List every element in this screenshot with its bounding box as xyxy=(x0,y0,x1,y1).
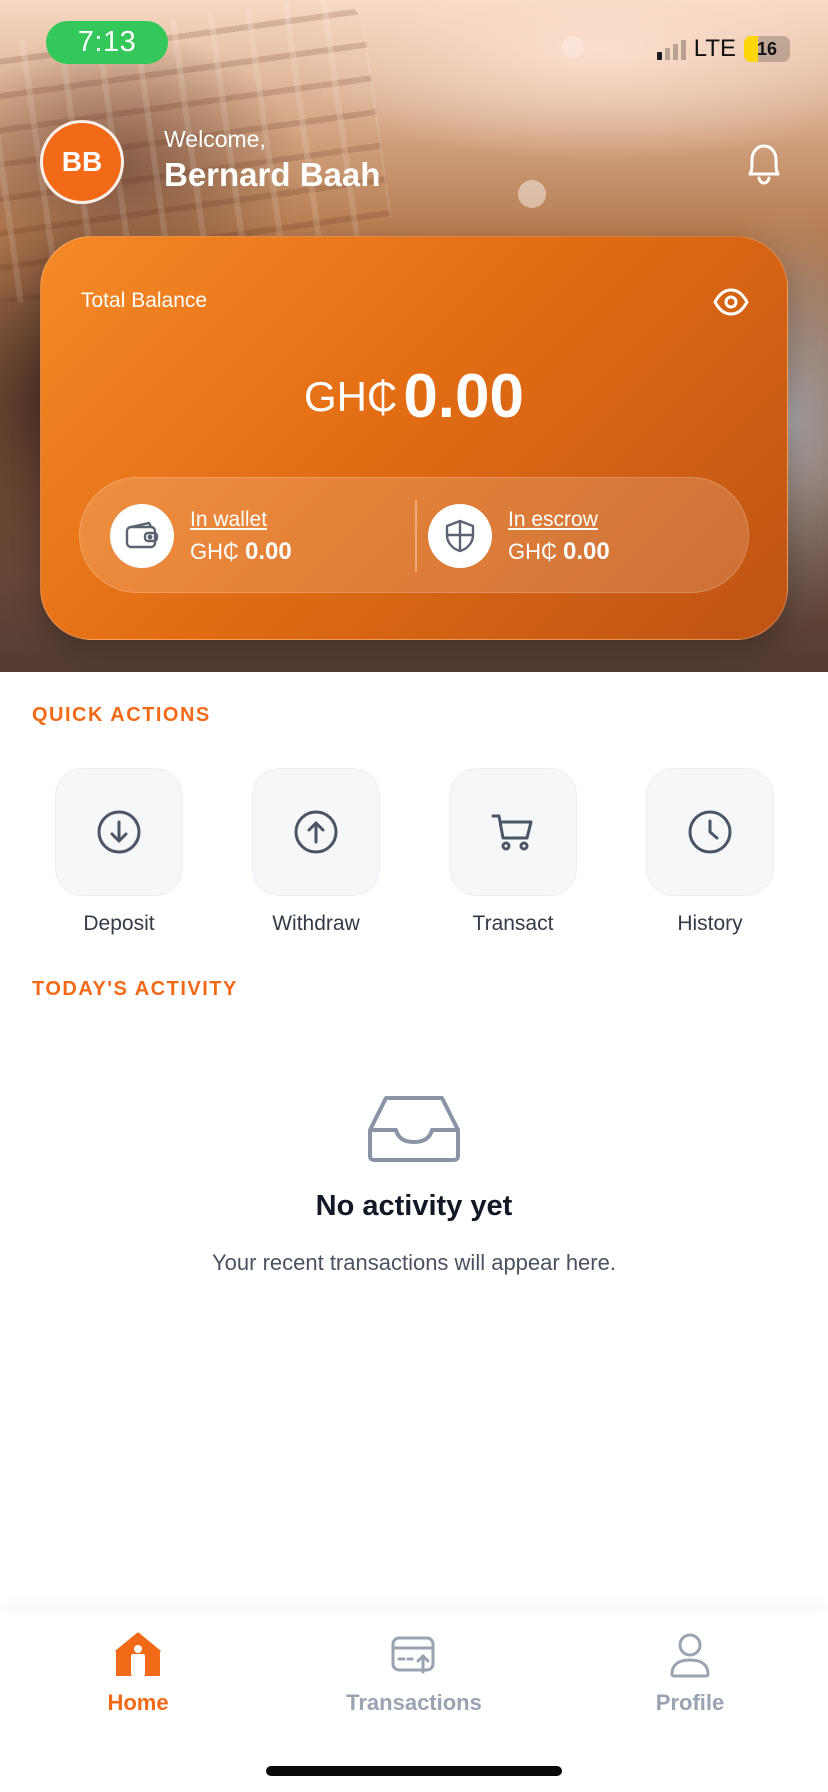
shopping-cart-icon xyxy=(491,814,533,851)
wallet-label[interactable]: In wallet xyxy=(190,508,267,532)
transact-label: Transact xyxy=(472,912,554,935)
bottom-nav: Home Transactions Profile xyxy=(0,1612,828,1792)
home-indicator xyxy=(266,1766,562,1776)
withdraw-label: Withdraw xyxy=(272,912,360,935)
transact-button[interactable]: Transact xyxy=(449,768,577,936)
quick-actions-title: QUICK ACTIONS xyxy=(32,704,211,726)
nav-transactions[interactable]: Transactions xyxy=(324,1632,504,1716)
deposit-label: Deposit xyxy=(83,912,155,935)
status-time: 7:13 xyxy=(46,21,168,64)
sub-balances: In wallet GH₵ 0.00 In escrow GH₵ 0.00 xyxy=(79,477,749,593)
battery-level: 16 xyxy=(756,38,778,59)
total-balance-label: Total Balance xyxy=(81,289,208,312)
nav-profile[interactable]: Profile xyxy=(600,1632,780,1716)
hero-banner: 7:13 LTE 16 BB Welcome, Bernard Baah Tot… xyxy=(0,0,828,672)
cellular-signal-icon xyxy=(656,38,686,60)
wallet-icon xyxy=(110,504,174,568)
withdraw-button[interactable]: Withdraw xyxy=(252,768,380,936)
inbox-icon xyxy=(368,1096,460,1162)
history-button[interactable]: History xyxy=(646,768,774,936)
wallet-amount: GH₵ 0.00 xyxy=(190,538,292,565)
empty-state-subtitle: Your recent transactions will appear her… xyxy=(212,1250,616,1275)
user-icon xyxy=(670,1633,710,1678)
divider xyxy=(415,500,417,572)
welcome-text: Welcome, xyxy=(164,126,266,152)
balance-card: Total Balance GH₵0.00 In wallet GH₵ 0.00… xyxy=(40,236,788,640)
todays-activity-title: TODAY'S ACTIVITY xyxy=(32,978,238,1000)
network-type: LTE xyxy=(693,35,736,62)
transactions-card-icon xyxy=(391,1636,435,1674)
notification-bell-icon[interactable] xyxy=(742,140,786,188)
nav-profile-label: Profile xyxy=(655,1690,725,1715)
decorative-dot xyxy=(562,36,584,58)
nav-home[interactable]: Home xyxy=(48,1632,228,1716)
decorative-dot xyxy=(518,180,546,208)
status-indicators: LTE 16 xyxy=(656,34,790,64)
battery-icon: 16 xyxy=(744,36,790,62)
avatar[interactable]: BB xyxy=(40,120,124,204)
balance-amount: 0.00 xyxy=(403,362,524,431)
history-label: History xyxy=(677,912,743,935)
clock-icon xyxy=(688,810,732,854)
arrow-down-circle-icon xyxy=(97,810,141,854)
home-icon xyxy=(115,1632,161,1676)
eye-icon[interactable] xyxy=(713,287,749,317)
nav-transactions-label: Transactions xyxy=(346,1690,482,1715)
deposit-button[interactable]: Deposit xyxy=(55,768,183,936)
balance-currency: GH₵ xyxy=(303,373,398,420)
total-balance: GH₵0.00 xyxy=(41,361,787,432)
arrow-up-circle-icon xyxy=(294,810,338,854)
escrow-amount: GH₵ 0.00 xyxy=(508,538,610,565)
nav-home-label: Home xyxy=(107,1690,169,1715)
user-name: Bernard Baah xyxy=(164,156,381,193)
shield-icon xyxy=(428,504,492,568)
empty-state-title: No activity yet xyxy=(315,1190,513,1222)
escrow-label[interactable]: In escrow xyxy=(508,508,598,532)
